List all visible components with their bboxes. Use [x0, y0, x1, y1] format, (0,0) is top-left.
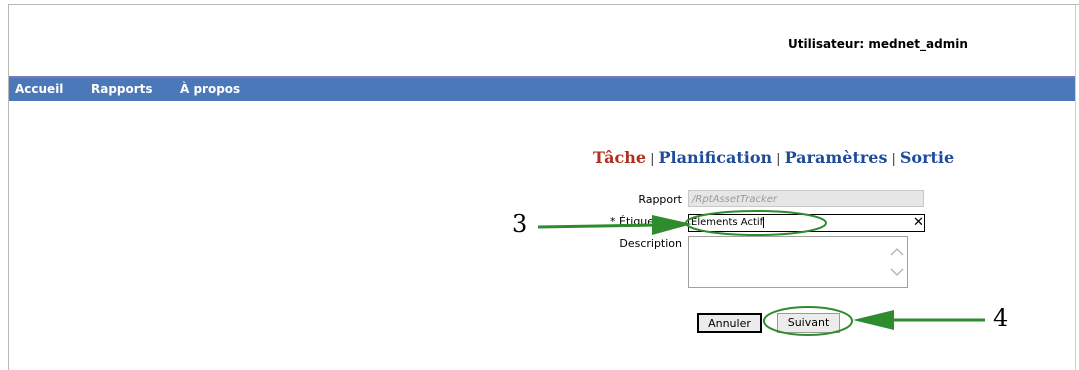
annotation-number-4: 4: [993, 304, 1009, 332]
arrow-head-3: [652, 215, 692, 235]
annotation-overlay: [537, 210, 985, 336]
arrow-head-4: [853, 310, 894, 330]
highlight-ellipse-etiquette: [685, 210, 827, 236]
arrow-annotation-icon: [537, 223, 661, 229]
highlight-ellipse-suivant: [763, 306, 853, 336]
annotation-number-3: 3: [512, 210, 528, 238]
